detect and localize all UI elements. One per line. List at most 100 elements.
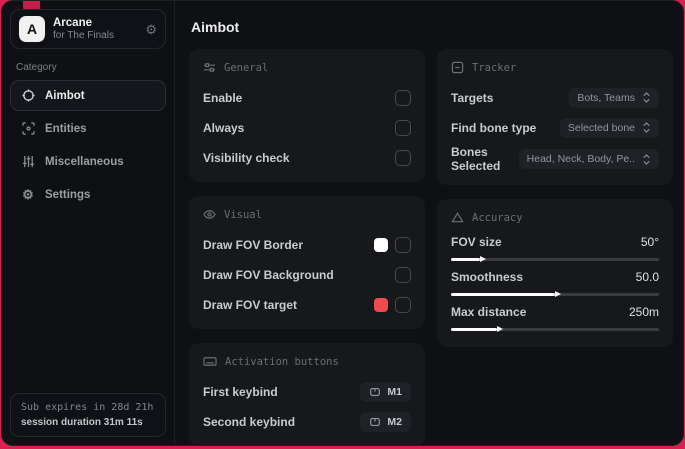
fov-size-slider[interactable] bbox=[451, 256, 659, 262]
targets-dropdown[interactable]: Bots, Teams bbox=[569, 87, 659, 108]
bones-selected-dropdown[interactable]: Head, Neck, Body, Pe.. bbox=[518, 149, 659, 169]
setting-row-fov-border: Draw FOV Border bbox=[203, 232, 411, 257]
fov-background-checkbox[interactable] bbox=[395, 266, 411, 283]
accuracy-card-header: Accuracy bbox=[451, 211, 659, 224]
brand-text: Arcane for The Finals bbox=[53, 17, 114, 41]
row-label: Second keybind bbox=[203, 414, 296, 429]
setting-row-bones-selected: Bones Selected Head, Neck, Body, Pe.. bbox=[451, 145, 659, 173]
chevrons-up-down-icon bbox=[642, 153, 651, 165]
sub-expiry-text: Sub expires in 28d 21h bbox=[21, 402, 154, 413]
sidebar-item-settings[interactable]: ⚙ Settings bbox=[10, 179, 166, 210]
card-title: Visual bbox=[224, 208, 262, 221]
card-title: General bbox=[224, 61, 269, 74]
row-label: Visibility check bbox=[203, 150, 290, 165]
card-title: Tracker bbox=[472, 61, 517, 74]
row-label: Enable bbox=[203, 90, 243, 105]
sidebar-item-label: Miscellaneous bbox=[45, 155, 124, 168]
dropdown-value: Head, Neck, Body, Pe.. bbox=[526, 153, 635, 165]
slider-thumb[interactable] bbox=[496, 326, 503, 332]
visual-card: Visual Draw FOV Border Draw FOV Backgrou… bbox=[189, 196, 425, 329]
visibility-check-checkbox[interactable] bbox=[395, 149, 411, 166]
activation-card-header: Activation buttons bbox=[203, 355, 411, 368]
row-label: Always bbox=[203, 120, 245, 135]
subscription-status-box: Sub expires in 28d 21h session duration … bbox=[10, 393, 166, 437]
sidebar-nav: Aimbot Entities Miscellaneous ⚙ Settings bbox=[10, 80, 166, 212]
max-distance-slider[interactable] bbox=[451, 326, 659, 332]
main-content: Aimbot General Enable Always Visibility … bbox=[175, 1, 683, 445]
slider-fill bbox=[451, 256, 487, 262]
sidebar: A Arcane for The Finals ⚙ Category Aimbo… bbox=[2, 1, 175, 445]
setting-row-fov-target: Draw FOV target bbox=[203, 292, 411, 317]
session-duration-text: session duration 31m 11s bbox=[21, 417, 143, 428]
keyboard-icon bbox=[203, 355, 217, 368]
sidebar-item-entities[interactable]: Entities bbox=[10, 113, 166, 144]
setting-row-max-distance: Max distance 250m bbox=[451, 305, 659, 332]
slider-thumb[interactable] bbox=[480, 256, 487, 262]
row-label: Draw FOV Background bbox=[203, 267, 334, 282]
row-label: FOV size bbox=[451, 235, 502, 249]
sidebar-item-miscellaneous[interactable]: Miscellaneous bbox=[10, 146, 166, 177]
visual-card-header: Visual bbox=[203, 208, 411, 221]
fov-target-checkbox[interactable] bbox=[395, 296, 411, 313]
row-label: First keybind bbox=[203, 384, 278, 399]
category-label: Category bbox=[16, 62, 57, 73]
slider-fill bbox=[451, 291, 561, 297]
crosshair-icon bbox=[21, 89, 35, 102]
left-column: General Enable Always Visibility check V… bbox=[189, 49, 425, 445]
sidebar-item-label: Settings bbox=[45, 188, 91, 201]
eye-icon bbox=[203, 208, 216, 221]
setting-row-find-bone-type: Find bone type Selected bone bbox=[451, 115, 659, 140]
page-title: Aimbot bbox=[191, 19, 240, 35]
second-keybind-button[interactable]: M2 bbox=[360, 411, 411, 432]
setting-row-visibility-check: Visibility check bbox=[203, 145, 411, 170]
brand-logo: A bbox=[19, 16, 45, 42]
fov-border-color-swatch[interactable] bbox=[374, 237, 388, 252]
general-card-header: General bbox=[203, 61, 411, 74]
find-bone-type-dropdown[interactable]: Selected bone bbox=[559, 117, 659, 138]
row-label: Draw FOV Border bbox=[203, 237, 304, 252]
first-keybind-button[interactable]: M1 bbox=[360, 381, 411, 402]
slider-thumb[interactable] bbox=[555, 291, 561, 297]
row-label: Bones Selected bbox=[451, 145, 501, 173]
brand-header: A Arcane for The Finals ⚙ bbox=[10, 9, 166, 49]
triangle-icon bbox=[451, 211, 464, 224]
gear-icon: ⚙ bbox=[22, 187, 34, 202]
smoothness-slider[interactable] bbox=[451, 291, 659, 297]
enable-checkbox[interactable] bbox=[395, 89, 411, 106]
row-label: Targets bbox=[451, 90, 494, 105]
setting-row-smoothness: Smoothness 50.0 bbox=[451, 270, 659, 297]
max-distance-value: 250m bbox=[628, 305, 659, 319]
smoothness-value: 50.0 bbox=[635, 270, 659, 284]
slider-fill bbox=[451, 326, 503, 332]
fov-target-color-swatch[interactable] bbox=[374, 297, 388, 312]
gear-icon[interactable]: ⚙ bbox=[145, 23, 157, 36]
setting-row-fov-size: FOV size 50° bbox=[451, 235, 659, 262]
setting-row-second-keybind: Second keybind M2 bbox=[203, 409, 411, 434]
sidebar-item-label: Entities bbox=[45, 122, 87, 135]
row-label: Smoothness bbox=[451, 270, 524, 284]
setting-row-always: Always bbox=[203, 115, 411, 140]
sidebar-item-aimbot[interactable]: Aimbot bbox=[10, 80, 166, 111]
brand-subtitle: for The Finals bbox=[53, 30, 114, 41]
fov-border-checkbox[interactable] bbox=[395, 236, 411, 253]
dropdown-value: Selected bone bbox=[567, 121, 635, 134]
always-checkbox[interactable] bbox=[395, 119, 411, 136]
tracker-card-header: Tracker bbox=[451, 61, 659, 74]
mouse-icon bbox=[369, 416, 381, 428]
chevrons-up-down-icon bbox=[642, 92, 651, 103]
setting-row-targets: Targets Bots, Teams bbox=[451, 85, 659, 110]
keybind-value: M2 bbox=[387, 415, 402, 428]
mouse-icon bbox=[369, 386, 381, 398]
scan-eye-icon bbox=[21, 122, 35, 135]
general-card: General Enable Always Visibility check bbox=[189, 49, 425, 182]
sidebar-item-label: Aimbot bbox=[45, 89, 85, 102]
card-title: Accuracy bbox=[472, 211, 523, 224]
keybind-value: M1 bbox=[387, 385, 402, 398]
right-column: Tracker Targets Bots, Teams Find bone ty… bbox=[437, 49, 673, 347]
sliders-horizontal-icon bbox=[203, 61, 216, 74]
setting-row-enable: Enable bbox=[203, 85, 411, 110]
dropdown-value: Bots, Teams bbox=[577, 91, 635, 104]
frame-icon bbox=[451, 61, 464, 74]
setting-row-fov-background: Draw FOV Background bbox=[203, 262, 411, 287]
card-title: Activation buttons bbox=[225, 355, 339, 368]
